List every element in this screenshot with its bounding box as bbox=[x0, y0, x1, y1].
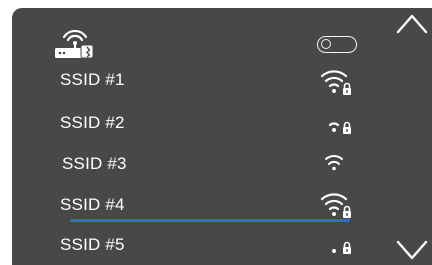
ssid-label: SSID #5 bbox=[60, 235, 125, 254]
network-row[interactable]: SSID #4 bbox=[50, 189, 380, 223]
ssid-label: SSID #4 bbox=[60, 195, 125, 214]
selection-underline bbox=[70, 219, 350, 222]
wifi-signal-locked-icon bbox=[320, 70, 351, 95]
network-row[interactable]: SSID #2 bbox=[50, 107, 380, 141]
wifi-signal-locked-icon bbox=[332, 241, 351, 254]
wifi-signal-locked-icon bbox=[328, 121, 351, 134]
ssid-label: SSID #1 bbox=[60, 70, 125, 89]
network-row[interactable]: SSID #3 bbox=[50, 148, 380, 182]
network-row[interactable]: SSID #5 bbox=[50, 229, 380, 263]
chevron-down-icon[interactable] bbox=[395, 238, 429, 264]
chevron-up-icon[interactable] bbox=[395, 10, 429, 36]
toggle-knob bbox=[321, 39, 331, 49]
wifi-signal-locked-icon bbox=[320, 193, 351, 218]
network-row[interactable]: SSID #1 bbox=[50, 64, 380, 98]
wifi-toggle[interactable] bbox=[317, 36, 357, 53]
ssid-label: SSID #3 bbox=[62, 154, 127, 173]
wifi-router-icon bbox=[55, 29, 94, 59]
ssid-label: SSID #2 bbox=[60, 113, 125, 132]
wifi-signal-icon bbox=[325, 155, 343, 171]
